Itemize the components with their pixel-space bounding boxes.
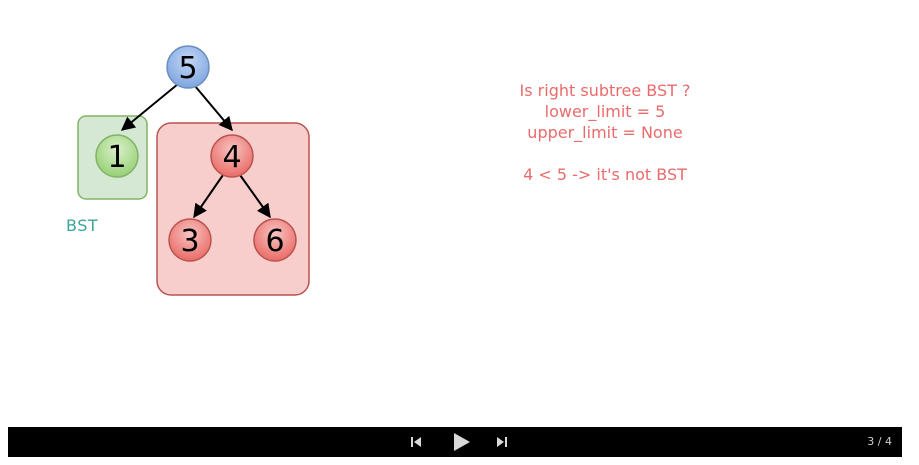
page-counter: 3 / 4 (867, 435, 892, 448)
explanation-spacer (455, 143, 755, 164)
node-value-right-left: 3 (180, 224, 199, 259)
tree-node-root: 5 (166, 45, 210, 89)
explanation-line-lower-limit: lower_limit = 5 (544, 102, 666, 121)
previous-slide-button[interactable] (406, 427, 426, 457)
explanation-text: Is right subtree BST ? lower_limit = 5 u… (455, 80, 755, 185)
tree-node-right: 4 (210, 134, 254, 178)
node-value-right: 4 (222, 140, 241, 175)
node-value-right-right: 6 (265, 224, 284, 259)
bst-tree-diagram: 5 1 4 3 6 (77, 45, 310, 296)
skip-forward-icon (497, 437, 507, 447)
node-value-root: 5 (178, 51, 197, 86)
slide-stage: 5 1 4 3 6 BST Is right subtree BST ? low… (0, 0, 919, 465)
skip-back-icon (411, 437, 421, 447)
node-value-left: 1 (107, 140, 126, 175)
explanation-line-upper-limit: upper_limit = None (527, 123, 683, 142)
tree-node-right-right: 6 (253, 218, 297, 262)
slideshow-control-bar: 3 / 4 (8, 427, 902, 457)
tree-node-left: 1 (95, 134, 139, 178)
play-button[interactable] (448, 427, 476, 457)
tree-node-right-left: 3 (168, 218, 212, 262)
explanation-line-question: Is right subtree BST ? (519, 81, 691, 100)
play-icon (454, 433, 470, 451)
bst-label: BST (66, 216, 99, 235)
explanation-line-conclusion: 4 < 5 -> it's not BST (523, 165, 687, 184)
next-slide-button[interactable] (492, 427, 512, 457)
